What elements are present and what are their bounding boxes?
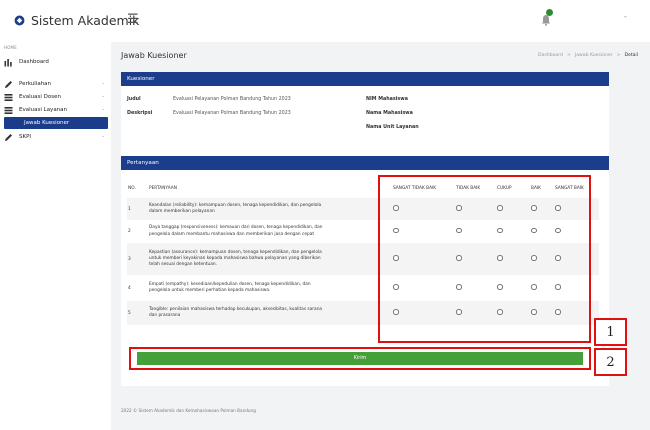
kuesioner-header: Kuesioner <box>121 72 609 86</box>
notification-badge <box>546 9 553 16</box>
chart-icon <box>4 58 12 66</box>
question-line: telah sesuai dengan ketentuan. <box>149 262 217 268</box>
question-line: pengelola untuk memberi perhatian kepada… <box>149 288 271 293</box>
sidebar-item-label: Perkuliahan <box>19 81 52 87</box>
question-text: Daya tanggap (responsiveness): kemauan d… <box>141 220 387 243</box>
question-text: Keandalan (reliability): kemampuan dosen… <box>141 198 387 220</box>
chevron-icon: - <box>102 134 104 140</box>
question-text: Kepastian (assurance): kemampuan dosen, … <box>141 243 387 275</box>
deskripsi-label: Deskripsi <box>127 111 153 116</box>
judul-value-row: Evaluasi Pelayanan Polman Bandung Tahun … <box>173 97 291 102</box>
nama-label: Nama Mahasiswa <box>366 111 413 116</box>
app-title: Sistem Akademik <box>31 13 140 28</box>
pertanyaan-header: Pertanyaan <box>121 156 609 170</box>
question-line: pengelola dalam membantu mahasiswa dan m… <box>149 231 315 237</box>
annotation-box-1 <box>378 175 591 343</box>
sidebar: HOME Dashboard Perkuliahan - Evaluasi Do… <box>0 42 111 430</box>
nim-row: NIM Mahasiswa <box>366 97 408 102</box>
sidebar-item-label: SKPI <box>19 134 32 140</box>
sidebar-item-dashboard[interactable]: Dashboard <box>4 56 108 68</box>
pencil-icon <box>5 80 12 88</box>
deskripsi-row: Deskripsi <box>127 111 152 116</box>
sidebar-item-label: Jawab Kuesioner <box>24 120 70 126</box>
hamburger-icon[interactable]: ☰ <box>127 12 139 27</box>
top-bar: Sistem Akademik ☰ - <box>0 0 650 42</box>
logo-icon <box>14 15 25 26</box>
footer: 2022 © Sistem Akademik dan Kemahasiswaan… <box>121 408 256 413</box>
sidebar-item-label: Dashboard <box>19 59 49 65</box>
breadcrumb-separator: > <box>566 53 571 58</box>
user-menu-toggle[interactable]: - <box>624 12 627 21</box>
brand[interactable]: Sistem Akademik <box>14 13 139 28</box>
sidebar-item-evaluasi-layanan[interactable]: Evaluasi Layanan - <box>4 104 108 116</box>
question-line: dan prasarana <box>149 313 181 318</box>
breadcrumb-dashboard[interactable]: Dashboard <box>538 53 563 58</box>
unit-row: Nama Unit Layanan <box>366 125 419 130</box>
list-icon <box>4 93 13 101</box>
annotation-label-2: 2 <box>594 348 627 376</box>
unit-label: Nama Unit Layanan <box>366 125 419 130</box>
row-number: 3 <box>127 243 141 275</box>
sidebar-item-jawab-kuesioner[interactable]: Jawab Kuesioner <box>4 117 108 129</box>
row-number: 4 <box>127 275 141 301</box>
sidebar-item-label: Evaluasi Layanan <box>19 107 68 113</box>
breadcrumb-jawab-kuesioner[interactable]: Jawab Kuesioner <box>575 53 613 58</box>
sidebar-item-perkuliahan[interactable]: Perkuliahan - <box>4 78 108 90</box>
question-line: dalam memberikan pelayanan <box>149 209 215 214</box>
sidebar-item-evaluasi-dosen[interactable]: Evaluasi Dosen - <box>4 91 108 103</box>
deskripsi-value: Evaluasi Pelayanan Polman Bandung Tahun … <box>173 111 291 116</box>
breadcrumb-detail: Detail <box>624 53 638 58</box>
sidebar-section-home: HOME <box>4 45 17 50</box>
nama-row: Nama Mahasiswa <box>366 111 413 116</box>
question-text: Tangible: penilaian mahasiswa terhadap k… <box>141 301 387 325</box>
judul-label: Judul <box>127 97 141 102</box>
judul-row: Judul <box>127 97 141 102</box>
chevron-icon: - <box>102 81 104 87</box>
breadcrumb: Dashboard > Jawab Kuesioner > Detail <box>538 53 638 58</box>
sidebar-item-skpi[interactable]: SKPI - <box>4 131 108 143</box>
chevron-icon: - <box>102 94 104 100</box>
chevron-icon: - <box>102 107 104 113</box>
nim-label: NIM Mahasiswa <box>366 97 408 102</box>
row-number: 5 <box>127 301 141 325</box>
list-icon <box>4 106 13 114</box>
judul-value: Evaluasi Pelayanan Polman Bandung Tahun … <box>173 97 291 102</box>
breadcrumb-separator: > <box>616 53 621 58</box>
annotation-label-1: 1 <box>594 318 627 346</box>
sidebar-item-label: Evaluasi Dosen <box>19 94 61 100</box>
row-number: 1 <box>127 198 141 220</box>
column-header: NO. <box>128 185 136 191</box>
annotation-box-2 <box>129 347 591 370</box>
column-header: PERTANYAAN <box>149 185 177 191</box>
pencil-icon <box>5 133 12 141</box>
row-number: 2 <box>127 220 141 243</box>
page-title: Jawab Kuesioner <box>121 51 187 60</box>
deskripsi-value-row: Evaluasi Pelayanan Polman Bandung Tahun … <box>173 111 291 116</box>
question-text: Empati (empathy): kesediaan/kepedulian d… <box>141 275 387 301</box>
